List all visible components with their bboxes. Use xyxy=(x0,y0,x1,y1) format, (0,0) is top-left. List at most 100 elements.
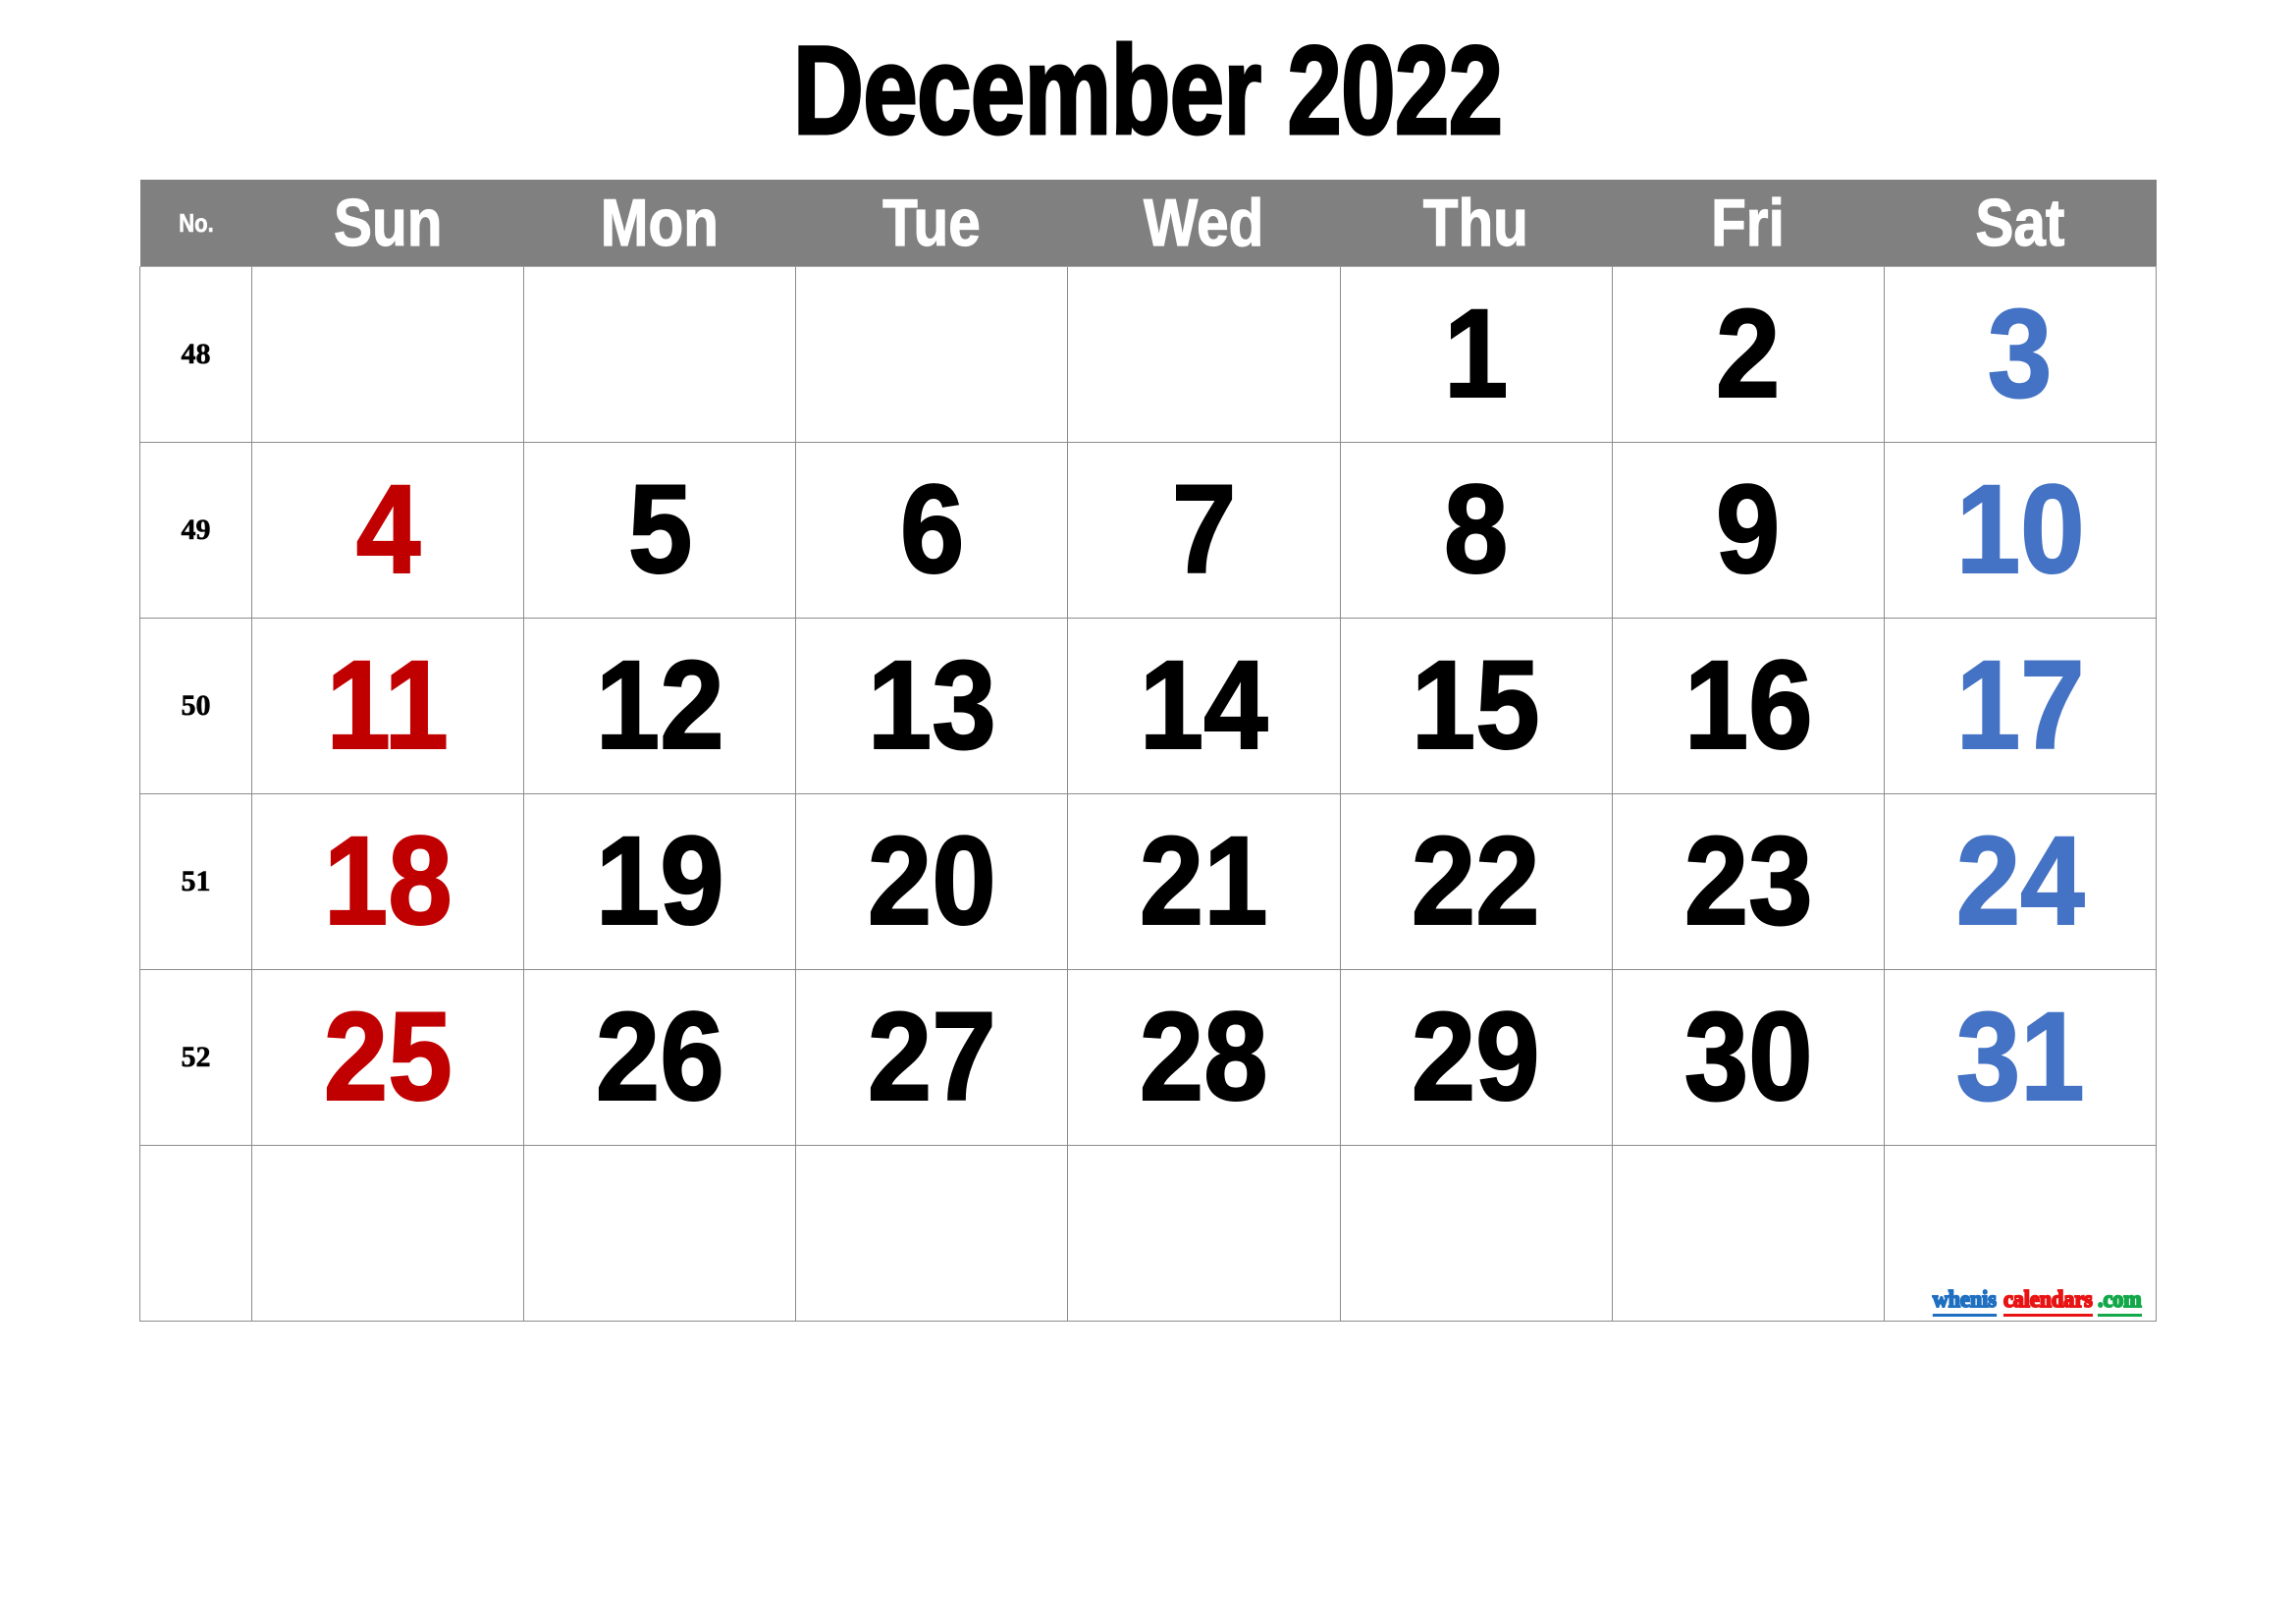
week-number: 52 xyxy=(181,1041,211,1074)
week-number-cell xyxy=(138,1145,253,1322)
day-number: 14 xyxy=(1139,635,1269,776)
day-number: 26 xyxy=(595,987,725,1127)
day-cell: 15 xyxy=(1339,618,1613,794)
weekday-label: Wed xyxy=(1144,185,1264,260)
day-cell: 11 xyxy=(251,618,525,794)
weekday-label: Mon xyxy=(601,185,720,260)
weekday-header-tue: Tue xyxy=(795,180,1068,267)
day-number: 2 xyxy=(1715,284,1781,424)
day-number: 12 xyxy=(595,635,725,776)
day-cell: whenis calendars .com xyxy=(1883,1145,2158,1322)
weekday-label: Sat xyxy=(1975,185,2065,260)
day-cell xyxy=(1611,1145,1885,1322)
day-cell: 23 xyxy=(1611,793,1885,970)
day-number: 27 xyxy=(867,987,997,1127)
day-cell: 3 xyxy=(1883,266,2158,443)
day-cell: 30 xyxy=(1611,969,1885,1146)
week-number-header: No. xyxy=(139,180,252,267)
day-number: 3 xyxy=(1987,284,2053,424)
day-number: 28 xyxy=(1139,987,1269,1127)
week-number-cell: 50 xyxy=(138,618,253,794)
day-cell xyxy=(523,1145,797,1322)
week-number: 51 xyxy=(181,865,211,898)
weekday-label: Fri xyxy=(1711,185,1786,260)
day-cell: 14 xyxy=(1067,618,1341,794)
day-cell: 28 xyxy=(1067,969,1341,1146)
weekday-header-mon: Mon xyxy=(523,180,796,267)
day-cell: 6 xyxy=(795,442,1069,619)
weekday-label: Sun xyxy=(333,185,443,260)
credit-part-whenis: whenis xyxy=(1932,1286,1998,1317)
weekday-label: Tue xyxy=(882,185,982,260)
weekday-header-fri: Fri xyxy=(1612,180,1885,267)
day-number: 6 xyxy=(899,460,965,600)
day-number: 4 xyxy=(354,460,420,600)
weekday-header-wed: Wed xyxy=(1067,180,1341,267)
calendar-title: December 2022 xyxy=(0,21,2296,161)
day-cell xyxy=(523,266,797,443)
day-cell: 9 xyxy=(1611,442,1885,619)
week-row: 49 4 5 6 7 8 9 10 xyxy=(138,442,2158,619)
week-row: 50 11 12 13 14 15 16 17 xyxy=(138,618,2158,794)
day-cell xyxy=(1067,266,1341,443)
day-cell: 26 xyxy=(523,969,797,1146)
day-cell: 18 xyxy=(251,793,525,970)
weekday-header-row: No. Sun Mon Tue Wed Thu Fri Sat xyxy=(139,180,2157,267)
day-cell: 10 xyxy=(1883,442,2158,619)
day-number: 17 xyxy=(1954,635,2085,776)
month-year-title: December 2022 xyxy=(792,21,1505,161)
weekday-label: Thu xyxy=(1423,185,1529,260)
day-cell: 8 xyxy=(1339,442,1613,619)
day-number: 24 xyxy=(1954,811,2085,951)
day-cell: 17 xyxy=(1883,618,2158,794)
day-cell xyxy=(795,1145,1069,1322)
day-cell: 27 xyxy=(795,969,1069,1146)
day-cell xyxy=(251,266,525,443)
day-number: 19 xyxy=(595,811,725,951)
day-number: 30 xyxy=(1682,987,1813,1127)
day-cell: 20 xyxy=(795,793,1069,970)
week-number: 50 xyxy=(181,689,211,723)
website-credit-link[interactable]: whenis calendars .com xyxy=(1930,1286,2144,1317)
day-number: 29 xyxy=(1411,987,1541,1127)
day-number: 21 xyxy=(1139,811,1269,951)
credit-part-com: .com xyxy=(2097,1286,2143,1317)
day-cell xyxy=(795,266,1069,443)
week-number-header-label: No. xyxy=(178,207,214,238)
day-cell: 21 xyxy=(1067,793,1341,970)
day-number: 5 xyxy=(627,460,693,600)
day-number: 16 xyxy=(1682,635,1813,776)
day-cell: 25 xyxy=(251,969,525,1146)
week-row: 48 1 2 3 xyxy=(138,266,2158,443)
day-number: 22 xyxy=(1411,811,1541,951)
day-number: 31 xyxy=(1954,987,2085,1127)
week-row: 52 25 26 27 28 29 30 31 xyxy=(138,969,2158,1146)
day-number: 8 xyxy=(1443,460,1509,600)
day-cell xyxy=(1339,1145,1613,1322)
day-number: 11 xyxy=(326,635,450,776)
week-number-cell: 52 xyxy=(138,969,253,1146)
day-cell: 4 xyxy=(251,442,525,619)
day-cell: 13 xyxy=(795,618,1069,794)
week-row: whenis calendars .com xyxy=(138,1145,2158,1322)
day-cell xyxy=(1067,1145,1341,1322)
week-row: 51 18 19 20 21 22 23 24 xyxy=(138,793,2158,970)
week-number-cell: 48 xyxy=(138,266,253,443)
day-cell: 2 xyxy=(1611,266,1885,443)
day-cell: 5 xyxy=(523,442,797,619)
credit-part-calendars: calendars xyxy=(2002,1286,2093,1317)
day-number: 15 xyxy=(1411,635,1541,776)
day-cell: 16 xyxy=(1611,618,1885,794)
calendar-grid: No. Sun Mon Tue Wed Thu Fri Sat 48 1 2 3… xyxy=(138,180,2158,1322)
week-number-cell: 49 xyxy=(138,442,253,619)
day-number: 25 xyxy=(323,987,454,1127)
weekday-header-thu: Thu xyxy=(1340,180,1613,267)
day-number: 23 xyxy=(1682,811,1813,951)
day-cell: 12 xyxy=(523,618,797,794)
day-number: 9 xyxy=(1715,460,1781,600)
day-cell: 24 xyxy=(1883,793,2158,970)
day-cell: 7 xyxy=(1067,442,1341,619)
day-cell: 29 xyxy=(1339,969,1613,1146)
day-cell xyxy=(251,1145,525,1322)
weekday-header-sat: Sat xyxy=(1884,180,2157,267)
